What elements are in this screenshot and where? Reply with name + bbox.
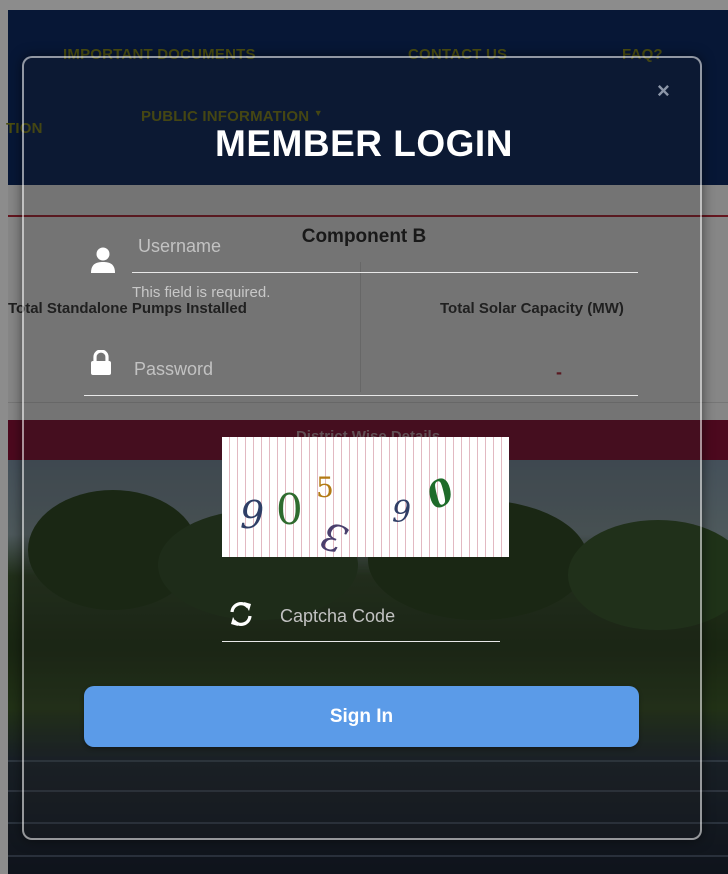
username-error-message: This field is required. <box>132 284 271 301</box>
captcha-image: 9 0 5 3 9 0 <box>222 437 509 557</box>
password-underline <box>84 395 638 396</box>
password-input[interactable] <box>134 356 614 382</box>
lock-icon <box>90 349 112 381</box>
user-icon <box>90 246 116 279</box>
username-input[interactable] <box>138 233 618 259</box>
username-underline <box>132 272 638 273</box>
captcha-char: 5 <box>316 471 334 504</box>
captcha-char: 9 <box>392 495 412 530</box>
captcha-char: 0 <box>420 469 461 519</box>
refresh-icon[interactable] <box>228 601 254 632</box>
sign-in-button[interactable]: Sign In <box>84 686 639 747</box>
captcha-underline <box>222 641 500 642</box>
captcha-char: 9 <box>240 493 265 537</box>
captcha-char: 0 <box>276 485 303 534</box>
close-icon[interactable]: × <box>657 80 670 102</box>
captcha-input[interactable] <box>280 604 495 628</box>
captcha-char: 3 <box>315 512 353 557</box>
modal-title: MEMBER LOGIN <box>215 123 513 164</box>
